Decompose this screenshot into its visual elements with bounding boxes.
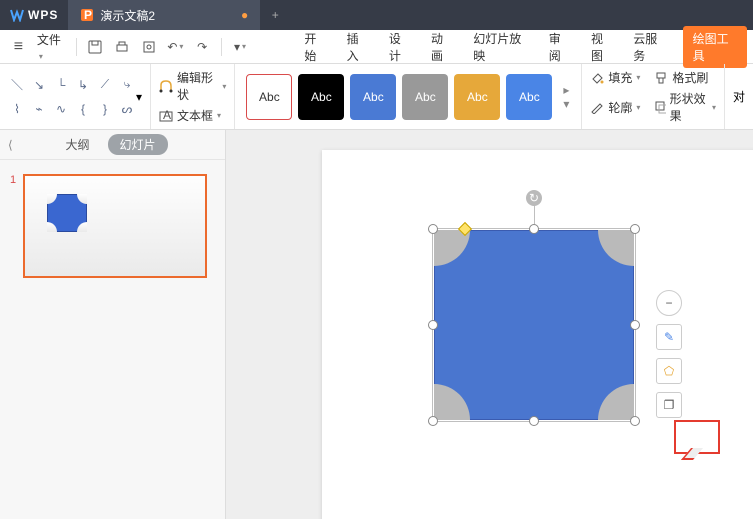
redo-icon[interactable]: ↷ — [190, 34, 215, 60]
divider — [76, 38, 77, 56]
text-box-icon: A — [159, 109, 173, 123]
effect-icon — [654, 100, 665, 114]
menu-insert[interactable]: 插入 — [337, 30, 379, 64]
resize-handle-t[interactable] — [529, 224, 539, 234]
selected-shape[interactable]: ↻ − ✎ ⬠ ❐ — [434, 230, 634, 420]
brush-icon — [654, 71, 668, 85]
menu-view[interactable]: 视图 — [581, 30, 623, 64]
pen-icon — [590, 100, 604, 114]
text-box-button[interactable]: A 文本框 — [159, 107, 226, 124]
collapse-tool-icon[interactable]: − — [656, 290, 682, 316]
elbow-arrow-icon[interactable]: ↳ — [74, 75, 92, 95]
panel-collapse-icon[interactable]: ⟨ — [8, 138, 13, 152]
shape-lines-section: ＼ ↘ └ ↳ ⟋ ⤷ ⌇ ⌁ ∿ { } ᔕ ▾ — [0, 64, 151, 129]
align-button[interactable]: 对 — [733, 88, 745, 105]
style-gallery-expand[interactable]: ▸▾ — [559, 83, 573, 111]
rotation-handle[interactable]: ↻ — [526, 190, 542, 206]
save-icon[interactable] — [82, 34, 107, 60]
print-icon[interactable] — [109, 34, 134, 60]
menu-start[interactable]: 开始 — [294, 30, 336, 64]
scribble-icon[interactable]: ∿ — [52, 99, 70, 119]
resize-handle-tr[interactable] — [630, 224, 640, 234]
outline-button[interactable]: 轮廓 — [590, 99, 640, 116]
arrow-shape-icon[interactable]: ↘ — [30, 75, 48, 95]
modified-dot-icon: ● — [241, 8, 248, 22]
brace-right-icon[interactable]: } — [96, 99, 114, 119]
style-preset-5[interactable]: Abc — [454, 74, 500, 120]
menu-review[interactable]: 审阅 — [539, 30, 581, 64]
slide-number: 1 — [10, 174, 16, 186]
resize-handle-l[interactable] — [428, 320, 438, 330]
tab-slides[interactable]: 幻灯片 — [108, 134, 168, 155]
undo-icon[interactable]: ↶ — [163, 34, 188, 60]
resize-handle-tl[interactable] — [428, 224, 438, 234]
format-painter-button[interactable]: 格式刷 — [654, 69, 716, 86]
menu-slideshow[interactable]: 幻灯片放映 — [463, 30, 539, 64]
style-preset-6[interactable]: Abc — [506, 74, 552, 120]
menu-animation[interactable]: 动画 — [421, 30, 463, 64]
brace-left-icon[interactable]: { — [74, 99, 92, 119]
svg-text:A: A — [163, 109, 171, 122]
app-name: WPS — [28, 8, 58, 22]
more-menu[interactable]: ▾ — [228, 34, 253, 60]
freehand-icon[interactable]: ᔕ — [118, 99, 136, 119]
zigzag-icon[interactable]: ⌇ — [8, 99, 26, 119]
style-preset-3[interactable]: Abc — [350, 74, 396, 120]
style-preset-1[interactable]: Abc — [246, 74, 292, 120]
style-preset-2[interactable]: Abc — [298, 74, 344, 120]
thumb-shape-preview — [47, 194, 87, 232]
menu-design[interactable]: 设计 — [379, 30, 421, 64]
wps-logo: WPS — [0, 0, 68, 30]
tab-outline[interactable]: 大纲 — [57, 134, 97, 155]
elbow-shape-icon[interactable]: └ — [52, 75, 70, 95]
shape-tool-icon[interactable]: ⬠ — [656, 358, 682, 384]
document-tab[interactable]: P 演示文稿2 ● — [68, 0, 260, 30]
pen-tool-icon[interactable]: ✎ — [656, 324, 682, 350]
canvas-area[interactable]: ↻ − ✎ ⬠ ❐ — [226, 130, 753, 519]
paint-bucket-icon — [590, 71, 604, 85]
slide-panel: ⟨ 大纲 幻灯片 1 — [0, 130, 226, 519]
slide-canvas[interactable]: ↻ − ✎ ⬠ ❐ — [322, 150, 753, 519]
svg-text:P: P — [84, 8, 92, 22]
floating-tools: − ✎ ⬠ ❐ — [656, 290, 682, 418]
edit-shape-icon — [159, 79, 173, 93]
divider — [221, 38, 222, 56]
freeform-icon[interactable]: ⌁ — [30, 99, 48, 119]
new-tab-button[interactable]: + — [262, 0, 288, 30]
resize-handle-b[interactable] — [529, 416, 539, 426]
menu-cloud[interactable]: 云服务 — [623, 30, 676, 64]
red-callout-annotation — [674, 420, 720, 454]
shape-effect-button[interactable]: 形状效果 — [654, 90, 716, 124]
curve-shape-icon[interactable]: ⟋ — [96, 75, 114, 95]
layers-tool-icon[interactable]: ❐ — [656, 392, 682, 418]
resize-handle-bl[interactable] — [428, 416, 438, 426]
hamburger-icon[interactable]: ≡ — [6, 34, 31, 60]
curve-arrow-icon[interactable]: ⤷ — [118, 75, 136, 95]
shape-gallery-expand[interactable]: ▾ — [136, 90, 142, 104]
resize-handle-r[interactable] — [630, 320, 640, 330]
fill-button[interactable]: 填充 — [590, 69, 640, 86]
shape-styles-gallery: Abc Abc Abc Abc Abc Abc ▸▾ — [235, 64, 582, 129]
edit-shape-button[interactable]: 编辑形状 — [159, 69, 226, 103]
print-preview-icon[interactable] — [136, 34, 161, 60]
tab-title: 演示文稿2 — [100, 7, 155, 24]
resize-handle-br[interactable] — [630, 416, 640, 426]
shape-body[interactable] — [434, 230, 634, 420]
slide-thumbnail-1[interactable] — [23, 174, 207, 278]
line-shape-icon[interactable]: ＼ — [8, 75, 26, 95]
drawing-tool-tab[interactable]: 绘图工具 — [683, 26, 747, 68]
file-menu[interactable]: 文件 — [33, 31, 70, 62]
presentation-icon: P — [80, 8, 94, 22]
style-preset-4[interactable]: Abc — [402, 74, 448, 120]
